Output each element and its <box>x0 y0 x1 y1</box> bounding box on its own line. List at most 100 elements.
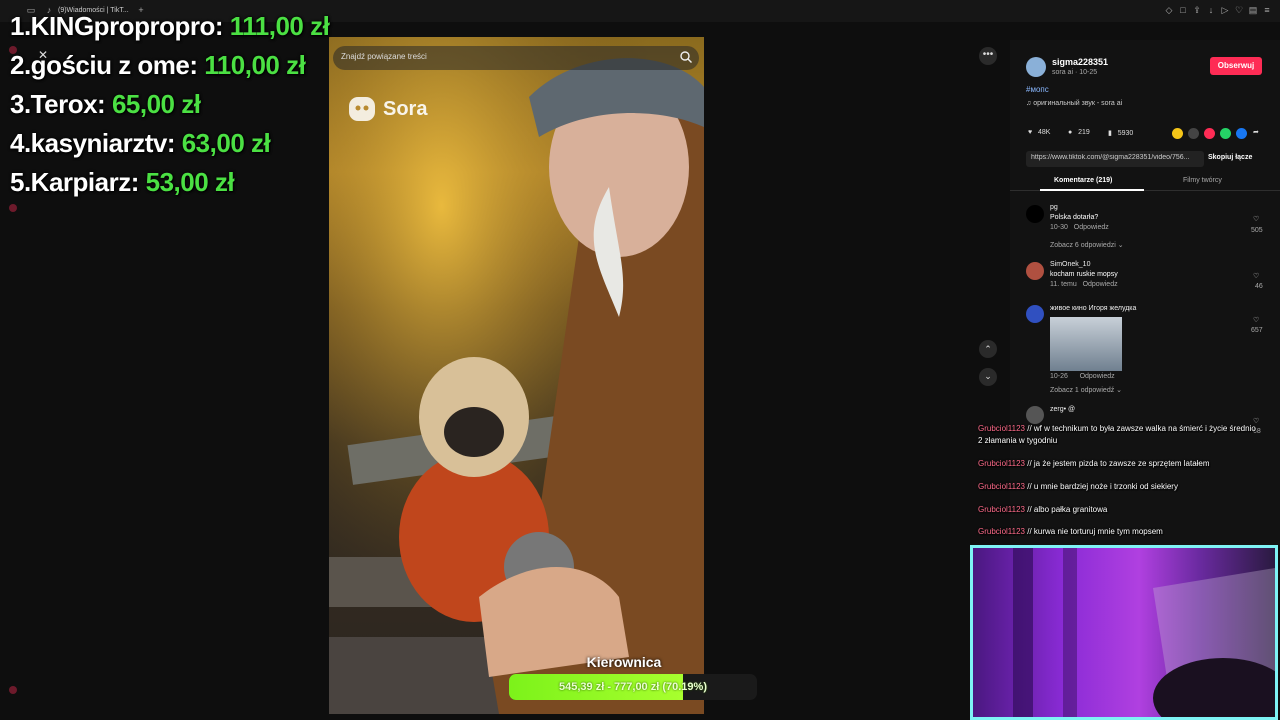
leaderboard-amount: 63,00 zł <box>181 128 271 158</box>
leaderboard-amount: 53,00 zł <box>145 167 235 197</box>
copy-link-button[interactable]: Skopiuj łącze <box>1208 154 1252 161</box>
avatar[interactable] <box>1026 262 1044 280</box>
avatar[interactable] <box>1026 205 1044 223</box>
chat-message: Grubciol1123 // wf w technikum to była z… <box>978 423 1258 447</box>
tab-comments[interactable]: Komentarze (219) <box>1054 177 1112 184</box>
save-count: 5930 <box>1117 130 1134 137</box>
comment-heart-icon[interactable]: ♡ <box>1253 272 1259 280</box>
play-icon[interactable]: ▷ <box>1220 5 1230 15</box>
comment-meta: 11. temu Odpowiedz <box>1050 281 1118 288</box>
sora-logo-icon <box>349 97 375 121</box>
sound-row[interactable]: ♫ оригинальный звук - sora ai <box>1026 100 1122 107</box>
follow-button[interactable]: Obserwuj <box>1210 57 1262 75</box>
tab-underline <box>1040 189 1144 191</box>
forward-icon[interactable]: ➦ <box>1253 128 1259 136</box>
chat-message: Grubciol1123 // albo pałka granitowa <box>978 504 1258 516</box>
chat-message: Grubciol1123 // ja że jestem pizda to za… <box>978 458 1258 470</box>
creator-subtitle: sora ai · 10-25 <box>1052 69 1098 76</box>
share-icon[interactable]: ⇪ <box>1192 5 1202 15</box>
comment-user[interactable]: живое кино Игоря желудка <box>1050 305 1136 312</box>
chat-text: ja że jestem pizda to zawsze ze sprzętem… <box>1033 459 1210 468</box>
leaderboard-row: 3.Terox: 65,00 zł <box>10 87 201 121</box>
creator-username[interactable]: sigma228351 <box>1052 57 1108 67</box>
view-replies-link[interactable]: Zobacz 6 odpowiedzi ⌄ <box>1050 241 1124 249</box>
more-options-icon[interactable]: ••• <box>979 47 997 65</box>
chat-user: Grubciol1123 <box>978 482 1025 491</box>
comment-like-count: 46 <box>1255 283 1263 290</box>
leaderboard-amount: 110,00 zł <box>204 50 306 80</box>
leaderboard-name: 4.kasyniarztv: <box>10 128 175 158</box>
chat-separator-icon: // <box>1027 424 1034 433</box>
emoji-share-icon[interactable] <box>1172 128 1183 139</box>
comment-count: 219 <box>1078 129 1090 136</box>
avatar[interactable] <box>1026 57 1046 77</box>
embed-icon[interactable] <box>1188 128 1199 139</box>
avatar[interactable] <box>1026 305 1044 323</box>
chat-message: Grubciol1123 // kurwa nie torturuj mnie … <box>978 526 1258 538</box>
chat-text: u mnie bardziej noże i trzonki od siekie… <box>1033 482 1178 491</box>
close-icon[interactable]: ✕ <box>38 48 48 62</box>
view-replies-label: Zobacz 1 odpowiedź <box>1050 387 1115 394</box>
comment-meta: 10-30 Odpowiedz <box>1050 224 1109 231</box>
hashtag-link[interactable]: #мопс <box>1026 85 1049 94</box>
comment-heart-icon[interactable]: ♡ <box>1253 316 1259 324</box>
chat-separator-icon: // <box>1027 527 1034 536</box>
comment-user[interactable]: pg <box>1050 204 1058 211</box>
chat-user: Grubciol1123 <box>978 527 1025 536</box>
leaderboard-row: 1.KINGpropropro: 111,00 zł <box>10 9 330 43</box>
sidebar-dot-icon[interactable] <box>9 204 17 212</box>
leaderboard-amount: 111,00 zł <box>229 11 330 41</box>
search-icon[interactable] <box>679 50 693 64</box>
reply-link[interactable]: Odpowiedz <box>1080 373 1115 380</box>
comment-icon: ● <box>1068 129 1073 136</box>
menu-icon[interactable]: ≡ <box>1262 5 1272 15</box>
leaderboard-row: 2.gościu z ome: 110,00 zł <box>10 48 306 82</box>
wallet-icon[interactable]: ▤ <box>1248 5 1258 15</box>
comment-date: 11. temu <box>1050 281 1077 288</box>
bookmark-icon[interactable]: ◇ <box>1164 5 1174 15</box>
like-button[interactable]: ♥ 48K <box>1028 129 1050 136</box>
avatar[interactable] <box>1026 406 1044 424</box>
comment-like-count: 505 <box>1251 227 1263 234</box>
sound-label: оригинальный звук - sora ai <box>1033 100 1123 107</box>
chat-user: Grubciol1123 <box>978 505 1025 514</box>
chat-text: kurwa nie torturuj mnie tym mopsem <box>1033 527 1163 536</box>
comment-heart-icon[interactable]: ♡ <box>1253 215 1259 223</box>
comment-date: 10-26 <box>1050 373 1068 380</box>
leaderboard-name: 3.Terox: <box>10 89 106 119</box>
chat-separator-icon: // <box>1027 459 1034 468</box>
comment-user[interactable]: zerg• @ <box>1050 406 1075 413</box>
chevron-up-icon[interactable]: ⌃ <box>979 340 997 358</box>
goal-title: Kierownica <box>586 654 662 670</box>
extension-icon[interactable]: □ <box>1178 5 1188 15</box>
chat-separator-icon: // <box>1027 505 1034 514</box>
leaderboard-name: 5.Karpiarz: <box>10 167 139 197</box>
reply-link[interactable]: Odpowiedz <box>1083 281 1118 288</box>
search-placeholder: Znajdź powiązane treści <box>341 52 427 61</box>
link-text: https://www.tiktok.com/@sigma228351/vide… <box>1031 154 1190 161</box>
view-replies-link[interactable]: Zobacz 1 odpowiedź ⌄ <box>1050 386 1122 394</box>
send-icon[interactable] <box>1204 128 1215 139</box>
reply-link[interactable]: Odpowiedz <box>1074 224 1109 231</box>
comment-meta: 10-26 Odpowiedz <box>1050 373 1115 380</box>
whatsapp-icon[interactable] <box>1220 128 1231 139</box>
tab-creator-videos[interactable]: Filmy twórcy <box>1183 177 1222 184</box>
chat-user: Grubciol1123 <box>978 459 1025 468</box>
comment-user[interactable]: SimOnek_10 <box>1050 261 1090 268</box>
comment-like-count: 657 <box>1251 327 1263 334</box>
bookmark-icon: ▮ <box>1108 130 1112 137</box>
download-icon[interactable]: ↓ <box>1206 5 1216 15</box>
comment-image[interactable] <box>1050 317 1122 371</box>
chevron-down-icon[interactable]: ⌄ <box>979 368 997 386</box>
view-replies-label: Zobacz 6 odpowiedzi <box>1050 242 1116 249</box>
heart-icon[interactable]: ♡ <box>1234 5 1244 15</box>
sidebar-dot-icon[interactable] <box>9 686 17 694</box>
chat-separator-icon: // <box>1027 482 1034 491</box>
like-count: 48K <box>1038 129 1051 136</box>
video-player[interactable] <box>329 37 704 714</box>
leaderboard-name: 1.KINGpropropro: <box>10 11 224 41</box>
comment-date: 10-30 <box>1050 224 1068 231</box>
comment-button[interactable]: ● 219 <box>1068 129 1090 136</box>
save-button[interactable]: ▮ 5930 <box>1108 129 1133 137</box>
facebook-icon[interactable] <box>1236 128 1247 139</box>
